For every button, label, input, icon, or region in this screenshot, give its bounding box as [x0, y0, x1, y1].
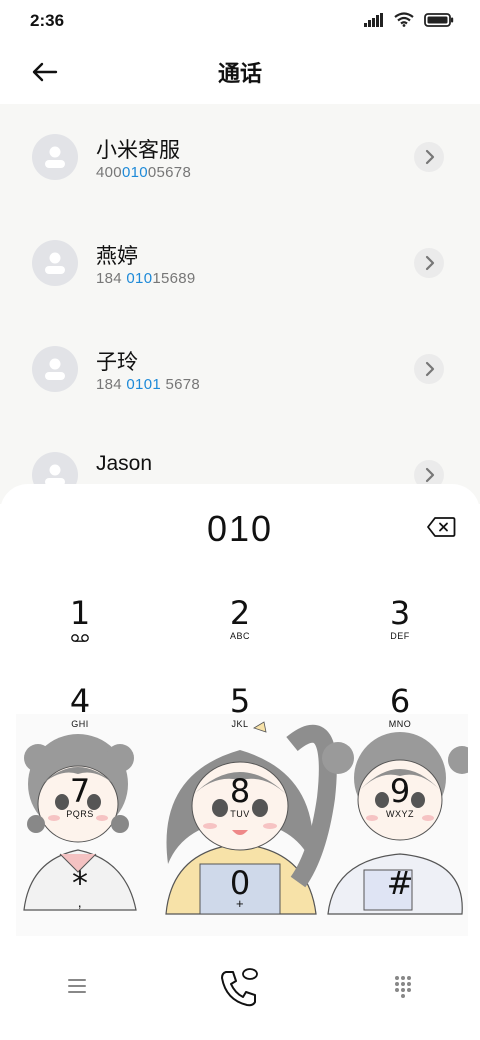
key-letters: ABC [229, 631, 250, 641]
person-icon [45, 146, 65, 168]
contact-number: 40001005678 [96, 164, 192, 181]
key-0[interactable]: 0 + [175, 866, 305, 946]
key-2[interactable]: 2 ABC [175, 596, 305, 676]
chevron-right-icon [425, 361, 435, 377]
keypad-icon [395, 976, 411, 998]
key-6[interactable]: 6 MNO [335, 684, 465, 764]
person-icon [45, 358, 65, 380]
contact-item[interactable]: 小米客服 40001005678 [0, 104, 480, 210]
key-8[interactable]: 8 TUV [175, 774, 305, 854]
key-digit: 9 [389, 772, 411, 810]
chevron-right-icon [425, 255, 435, 271]
key-5[interactable]: 5 JKL [175, 684, 305, 764]
status-bar: 2:36 [0, 0, 480, 40]
key-letters: PQRS [66, 809, 94, 819]
key-1[interactable]: 1 [15, 596, 145, 676]
status-time: 2:36 [30, 11, 65, 30]
key-digit: 7 [69, 772, 91, 810]
key-digit: 4 [69, 682, 91, 720]
key-letters: GHI [71, 719, 89, 729]
menu-button[interactable] [62, 974, 92, 998]
call-button[interactable] [216, 964, 264, 1010]
key-digit: 2 [229, 594, 251, 632]
signal-icon [364, 12, 383, 27]
contact-item[interactable]: 子玲 184 0101 5678 [0, 316, 480, 422]
contact-number: 184 01015689 [96, 270, 196, 287]
contact-name: Jason [96, 452, 153, 475]
key-letters: + [235, 896, 245, 911]
contact-item[interactable]: 燕婷 184 01015689 [0, 210, 480, 316]
key-digit: 5 [229, 682, 251, 720]
key-digit: 8 [229, 772, 251, 810]
dial-input-display[interactable]: 010 [0, 508, 480, 550]
contact-detail-button[interactable] [414, 142, 444, 172]
key-hash[interactable]: # [335, 866, 465, 946]
call-icon [221, 968, 258, 1007]
chevron-right-icon [425, 149, 435, 165]
contact-name: 子玲 [96, 351, 138, 374]
key-letters: , [77, 894, 83, 910]
key-letters: DEF [390, 631, 410, 641]
dialer-bottom-bar [0, 940, 480, 1040]
avatar [32, 346, 78, 392]
backspace-button[interactable] [426, 516, 456, 538]
key-9[interactable]: 9 WXYZ [335, 774, 465, 854]
contact-detail-button[interactable] [414, 248, 444, 278]
key-letters: TUV [230, 809, 250, 819]
key-letters: MNO [388, 719, 412, 729]
battery-icon [424, 12, 454, 27]
contact-name: 燕婷 [96, 245, 138, 268]
key-digit: 6 [389, 682, 411, 720]
key-digit: 0 [229, 864, 251, 902]
header: 通话 [0, 40, 480, 104]
key-digit: # [386, 864, 414, 902]
contact-number: 184 0101 5678 [96, 376, 201, 393]
contact-detail-button[interactable] [414, 354, 444, 384]
backspace-icon [427, 517, 456, 537]
key-digit: 1 [69, 594, 91, 632]
avatar [32, 240, 78, 286]
keypad-toggle-button[interactable] [388, 972, 418, 1002]
voicemail-icon [71, 634, 89, 642]
wifi-icon [394, 12, 414, 27]
key-digit: 3 [389, 594, 411, 632]
contact-name: 小米客服 [96, 139, 180, 162]
person-icon [45, 252, 65, 274]
key-3[interactable]: 3 DEF [335, 596, 465, 676]
avatar [32, 134, 78, 180]
key-4[interactable]: 4 GHI [15, 684, 145, 764]
key-star[interactable]: * , [15, 866, 145, 946]
key-letters: WXYZ [386, 809, 414, 819]
page-title: 通话 [217, 61, 262, 86]
contact-list: 小米客服 40001005678 燕婷 184 01015689 子玲 184 … [0, 104, 480, 504]
menu-icon [68, 979, 86, 993]
status-icons [364, 12, 454, 27]
key-letters: JKL [231, 719, 249, 729]
key-7[interactable]: 7 PQRS [15, 774, 145, 854]
